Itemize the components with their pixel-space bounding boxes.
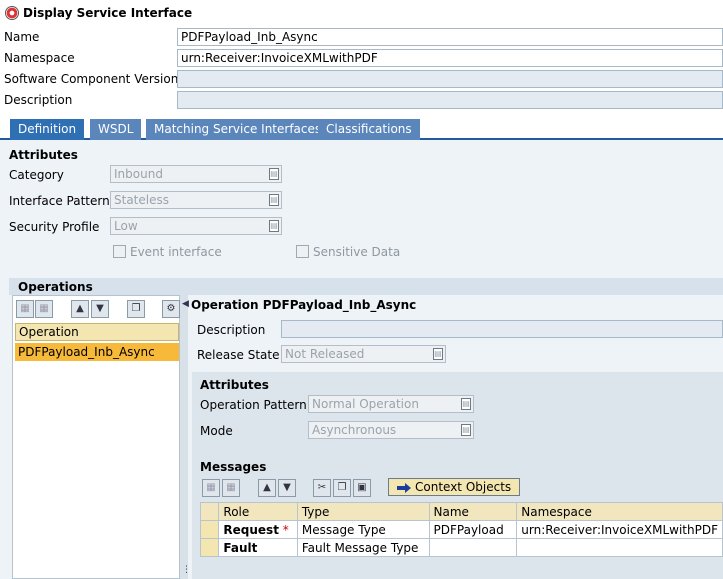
interface-pattern-label: Interface Pattern xyxy=(9,194,110,208)
context-objects-label: Context Objects xyxy=(415,480,512,494)
operation-detail-title: Operation PDFPayload_Inb_Async xyxy=(191,298,417,312)
tab-wsdl[interactable]: WSDL xyxy=(90,119,142,140)
copy-icon[interactable]: ❐ xyxy=(127,300,145,318)
dropdown-icon[interactable]: ▤ xyxy=(461,424,471,436)
operation-pattern-label: Operation Pattern xyxy=(200,398,307,412)
delete-row-icon[interactable]: ▦ xyxy=(35,300,53,318)
operations-heading: Operations xyxy=(18,280,93,294)
column-header-namespace[interactable]: Namespace xyxy=(516,502,723,521)
messages-heading: Messages xyxy=(200,460,267,474)
row-selector[interactable] xyxy=(199,538,220,557)
release-state-value: Not Released xyxy=(285,347,365,361)
event-interface-label: Event interface xyxy=(130,245,222,259)
security-profile-select[interactable]: Low ▤ xyxy=(110,217,282,235)
role-cell: Fault xyxy=(218,538,298,557)
type-cell[interactable]: Fault Message Type xyxy=(296,538,430,557)
role-cell: Request * xyxy=(218,520,298,539)
operation-column-header[interactable]: Operation xyxy=(15,323,179,341)
category-value: Inbound xyxy=(114,167,163,181)
sensitive-data-checkbox[interactable] xyxy=(296,245,309,258)
namespace-cell[interactable]: urn:Receiver:InvoiceXMLwithPDF xyxy=(516,520,723,539)
interface-pattern-value: Stateless xyxy=(114,193,169,207)
app-icon xyxy=(5,6,19,20)
arrow-right-icon xyxy=(397,482,411,493)
operation-pattern-select[interactable]: Normal Operation ▤ xyxy=(308,395,474,413)
op-description-label: Description xyxy=(197,323,266,337)
sensitive-data-label: Sensitive Data xyxy=(313,245,401,259)
insert-row-icon[interactable]: ▦ xyxy=(16,300,34,318)
tab-matching-service-interfaces[interactable]: Matching Service Interfaces xyxy=(146,119,330,140)
name-cell[interactable] xyxy=(428,538,518,557)
category-label: Category xyxy=(9,168,64,182)
copy-icon[interactable]: ❐ xyxy=(333,479,351,497)
move-down-icon[interactable]: ▼ xyxy=(278,479,296,497)
release-state-label: Release State xyxy=(197,348,280,362)
role-value: Request xyxy=(223,522,279,537)
scv-label: Software Component Version xyxy=(4,72,179,86)
collapse-arrow-icon[interactable]: ◀ xyxy=(182,299,189,309)
op-attributes-heading: Attributes xyxy=(200,378,269,392)
row-selector-header[interactable] xyxy=(199,502,220,521)
event-interface-checkbox[interactable] xyxy=(113,245,126,258)
delete-message-icon[interactable]: ▦ xyxy=(222,479,240,497)
tab-classifications[interactable]: Classifications xyxy=(318,119,420,140)
column-header-role[interactable]: Role xyxy=(218,502,298,521)
messages-table: Role Type Name Namespace Request * Messa… xyxy=(199,502,723,557)
name-label: Name xyxy=(4,30,40,44)
release-state-select[interactable]: Not Released ▤ xyxy=(281,345,446,363)
namespace-label: Namespace xyxy=(4,51,75,65)
dropdown-icon[interactable]: ▤ xyxy=(269,220,279,232)
pane-splitter[interactable] xyxy=(180,295,188,579)
mode-label: Mode xyxy=(200,424,233,438)
dropdown-icon[interactable]: ▤ xyxy=(269,194,279,206)
type-cell[interactable]: Message Type xyxy=(296,520,430,539)
where-used-icon[interactable]: ⚙ xyxy=(162,300,180,318)
table-row[interactable]: Request * Message Type PDFPayload urn:Re… xyxy=(199,520,723,539)
namespace-cell[interactable] xyxy=(516,538,723,557)
dropdown-icon[interactable]: ▤ xyxy=(461,398,471,410)
scv-field[interactable] xyxy=(177,70,723,88)
tab-definition[interactable]: Definition xyxy=(10,119,85,140)
attributes-heading: Attributes xyxy=(9,148,78,162)
move-down-icon[interactable]: ▼ xyxy=(91,300,109,318)
insert-message-icon[interactable]: ▦ xyxy=(202,479,220,497)
mode-select[interactable]: Asynchronous ▤ xyxy=(308,421,474,439)
operation-row[interactable]: PDFPayload_Inb_Async xyxy=(15,343,179,361)
paste-icon[interactable]: ▣ xyxy=(353,479,371,497)
required-marker: * xyxy=(282,522,289,537)
namespace-field[interactable]: urn:Receiver:InvoiceXMLwithPDF xyxy=(177,49,723,67)
operations-header xyxy=(9,278,723,295)
window-title: Display Service Interface xyxy=(23,6,193,20)
mode-value: Asynchronous xyxy=(312,423,397,437)
column-header-type[interactable]: Type xyxy=(296,502,430,521)
move-up-icon[interactable]: ▲ xyxy=(71,300,89,318)
interface-pattern-select[interactable]: Stateless ▤ xyxy=(110,191,282,209)
operation-pattern-value: Normal Operation xyxy=(312,397,419,411)
name-field[interactable]: PDFPayload_Inb_Async xyxy=(177,28,723,46)
description-field[interactable] xyxy=(177,91,723,109)
column-header-name[interactable]: Name xyxy=(428,502,518,521)
cut-icon[interactable]: ✂ xyxy=(313,479,331,497)
name-cell[interactable]: PDFPayload xyxy=(428,520,518,539)
description-label: Description xyxy=(4,93,73,107)
dropdown-icon[interactable]: ▤ xyxy=(269,168,279,180)
context-objects-button[interactable]: Context Objects xyxy=(388,478,521,496)
security-profile-value: Low xyxy=(114,219,138,233)
row-selector[interactable] xyxy=(199,520,220,539)
category-select[interactable]: Inbound ▤ xyxy=(110,165,282,183)
table-header-row: Role Type Name Namespace xyxy=(199,502,723,521)
security-profile-label: Security Profile xyxy=(9,220,100,234)
role-value: Fault xyxy=(223,540,258,555)
op-description-field[interactable] xyxy=(281,320,723,338)
dropdown-icon[interactable]: ▤ xyxy=(433,348,443,360)
table-row[interactable]: Fault Fault Message Type xyxy=(199,538,723,557)
move-up-icon[interactable]: ▲ xyxy=(258,479,276,497)
